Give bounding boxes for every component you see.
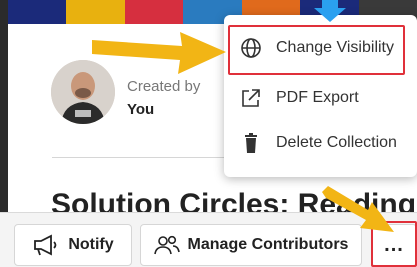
menu-item-delete-collection[interactable]: Delete Collection <box>232 121 417 165</box>
notify-label: Notify <box>68 236 114 253</box>
banner-stripe <box>66 0 125 24</box>
banner-stripe <box>124 0 184 24</box>
yellow-arrow-icon <box>322 186 394 232</box>
megaphone-icon <box>32 234 60 256</box>
highlight-box-change-visibility <box>228 25 405 75</box>
creator-name: You <box>127 101 155 118</box>
menu-item-label: Delete Collection <box>276 134 397 151</box>
blue-arrow-icon <box>314 0 346 22</box>
trash-icon <box>240 132 262 154</box>
external-link-icon <box>240 87 262 109</box>
menu-item-pdf-export[interactable]: PDF Export <box>232 76 417 120</box>
notify-button[interactable]: Notify <box>14 224 132 266</box>
yellow-arrow-icon <box>92 32 226 74</box>
menu-item-label: PDF Export <box>276 89 359 106</box>
people-icon <box>153 235 180 255</box>
banner-stripe <box>8 0 67 24</box>
manage-contributors-label: Manage Contributors <box>187 236 349 253</box>
